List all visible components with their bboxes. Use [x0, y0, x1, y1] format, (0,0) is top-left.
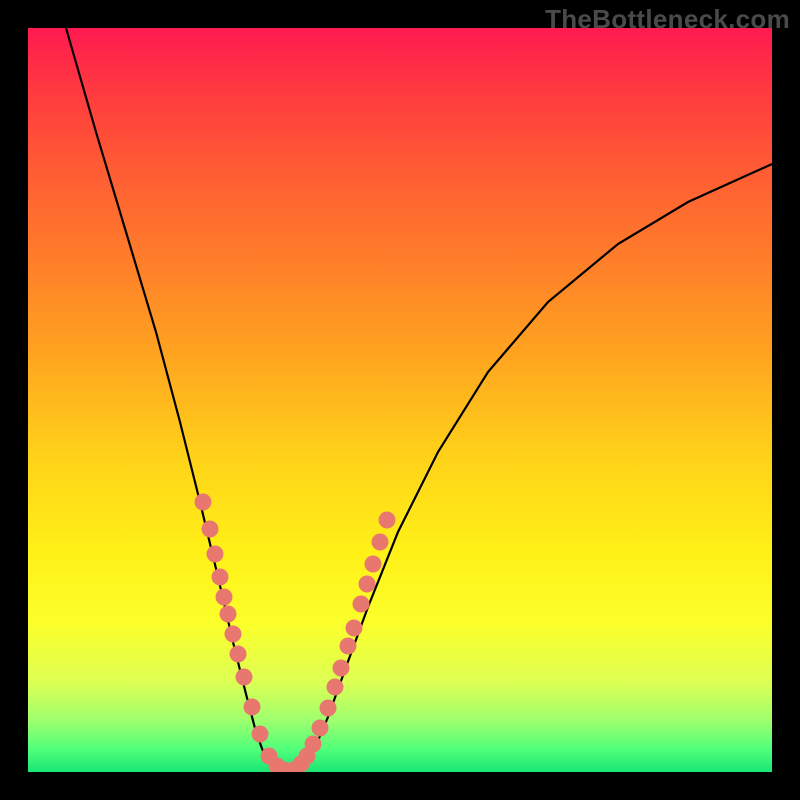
data-dot	[236, 669, 253, 686]
data-dot	[207, 546, 224, 563]
data-dot	[230, 646, 247, 663]
data-dot	[195, 494, 212, 511]
data-dot	[305, 736, 322, 753]
data-dot	[365, 556, 382, 573]
data-dot	[252, 726, 269, 743]
data-dots	[195, 494, 396, 773]
data-dot	[244, 699, 261, 716]
data-dot	[220, 606, 237, 623]
data-dot	[216, 589, 233, 606]
data-dot	[327, 679, 344, 696]
data-dot	[202, 521, 219, 538]
chart-frame: TheBottleneck.com	[0, 0, 800, 800]
data-dot	[340, 638, 357, 655]
data-dot	[333, 660, 350, 677]
data-dot	[359, 576, 376, 593]
data-dot	[312, 720, 329, 737]
data-dot	[225, 626, 242, 643]
data-dot	[320, 700, 337, 717]
data-dot	[353, 596, 370, 613]
data-dot	[212, 569, 229, 586]
plot-area	[28, 28, 772, 772]
data-dot	[346, 620, 363, 637]
chart-svg	[28, 28, 772, 772]
data-dot	[372, 534, 389, 551]
bottleneck-curve	[66, 28, 772, 772]
data-dot	[379, 512, 396, 529]
